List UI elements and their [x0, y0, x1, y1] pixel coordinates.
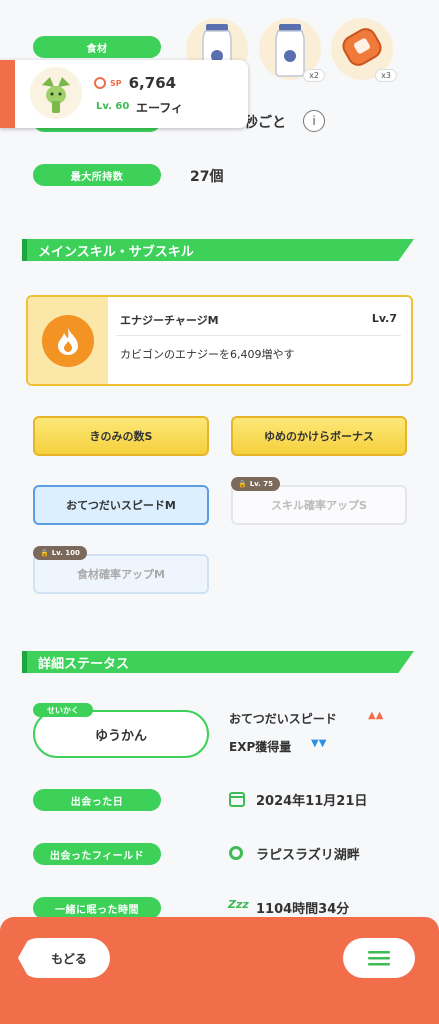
nature-box[interactable]: ゆうかん — [33, 710, 209, 758]
sub-skill-button[interactable]: おてつだいスピードM — [33, 485, 209, 525]
met-date-label: 出会った日 — [33, 789, 161, 811]
main-skill-level: Lv.7 — [371, 312, 397, 325]
lock-tag: 🔒 Lv. 100 — [33, 546, 87, 560]
pokemon-level: Lv. 60 — [96, 101, 130, 112]
sleep-time-value: 1104時間34分 — [256, 902, 350, 917]
skill-section-header: メインスキル・サブスキル — [22, 239, 414, 261]
sub-skill-button[interactable]: ゆめのかけらボーナス — [231, 416, 407, 456]
nature-down-label: EXP獲得量 — [229, 740, 292, 754]
ingredients-label: 食材 — [33, 36, 161, 58]
nature-up-mark: ▲▲ — [368, 710, 384, 721]
info-icon[interactable]: i — [303, 110, 325, 132]
location-pin-icon — [229, 846, 243, 860]
skill-divider — [116, 335, 401, 336]
ingredient-item[interactable]: x2 — [259, 18, 325, 82]
pokemon-icon — [42, 77, 70, 113]
main-skill-icon-area — [28, 297, 108, 384]
pokemon-avatar — [30, 67, 82, 119]
sleep-time-label: 一緒に眠った時間 — [33, 897, 161, 919]
back-button[interactable]: もどる — [18, 938, 110, 978]
detail-section-header: 詳細ステータス — [22, 651, 414, 673]
bottom-bar: もどる — [0, 917, 439, 1024]
lock-tag: 🔒 Lv. 75 — [231, 477, 281, 491]
help-interval-value: 秒ごと — [244, 115, 286, 131]
sleep-icon: Zzz — [228, 898, 249, 911]
sp-value: 6,764 — [128, 74, 177, 92]
sp-badge: SP 6,764 — [94, 74, 176, 92]
sub-skill-button-locked[interactable]: スキル確率アップS — [231, 485, 407, 525]
sp-label: SP — [110, 78, 122, 88]
main-skill-description: カビゴンのエナジーを6,409増やす — [120, 348, 295, 361]
main-skill-name: エナジーチャージM — [120, 314, 219, 327]
met-field-value: ラピスラズリ湖畔 — [256, 848, 360, 863]
card-stripe — [0, 60, 15, 128]
lock-level: Lv. 75 — [249, 480, 274, 488]
nature-value: ゆうかん — [94, 728, 147, 744]
ingredient-qty: x2 — [303, 69, 325, 82]
met-date-value: 2024年11月21日 — [256, 794, 368, 809]
calendar-icon — [229, 792, 245, 807]
main-skill-card[interactable]: エナジーチャージM Lv.7 カビゴンのエナジーを6,409増やす — [26, 295, 413, 386]
lock-level: Lv. 100 — [51, 549, 80, 557]
sub-skill-button[interactable]: きのみの数S — [33, 416, 209, 456]
back-label: もどる — [51, 951, 87, 966]
pokeball-icon — [94, 77, 106, 89]
nature-tag: せいかく — [33, 703, 93, 717]
nature-up-label: おてつだいスピード — [229, 712, 337, 726]
pokemon-name: エーフィ — [136, 101, 184, 115]
menu-button[interactable] — [343, 938, 415, 978]
max-carry-label: 最大所持数 — [33, 164, 161, 186]
lock-icon: 🔒 — [40, 549, 49, 557]
sub-skill-button-locked[interactable]: 食材確率アップM — [33, 554, 209, 594]
lock-icon: 🔒 — [238, 480, 247, 488]
nature-down-mark: ▼▼ — [311, 738, 327, 749]
hamburger-menu-icon — [368, 951, 390, 966]
fire-icon — [42, 315, 94, 367]
ingredient-qty: x3 — [375, 69, 397, 82]
met-field-label: 出会ったフィールド — [33, 843, 161, 865]
max-carry-value: 27個 — [190, 169, 224, 185]
ingredient-item[interactable]: x3 — [331, 18, 397, 82]
pokemon-card[interactable]: SP 6,764 Lv. 60 エーフィ — [0, 60, 248, 128]
